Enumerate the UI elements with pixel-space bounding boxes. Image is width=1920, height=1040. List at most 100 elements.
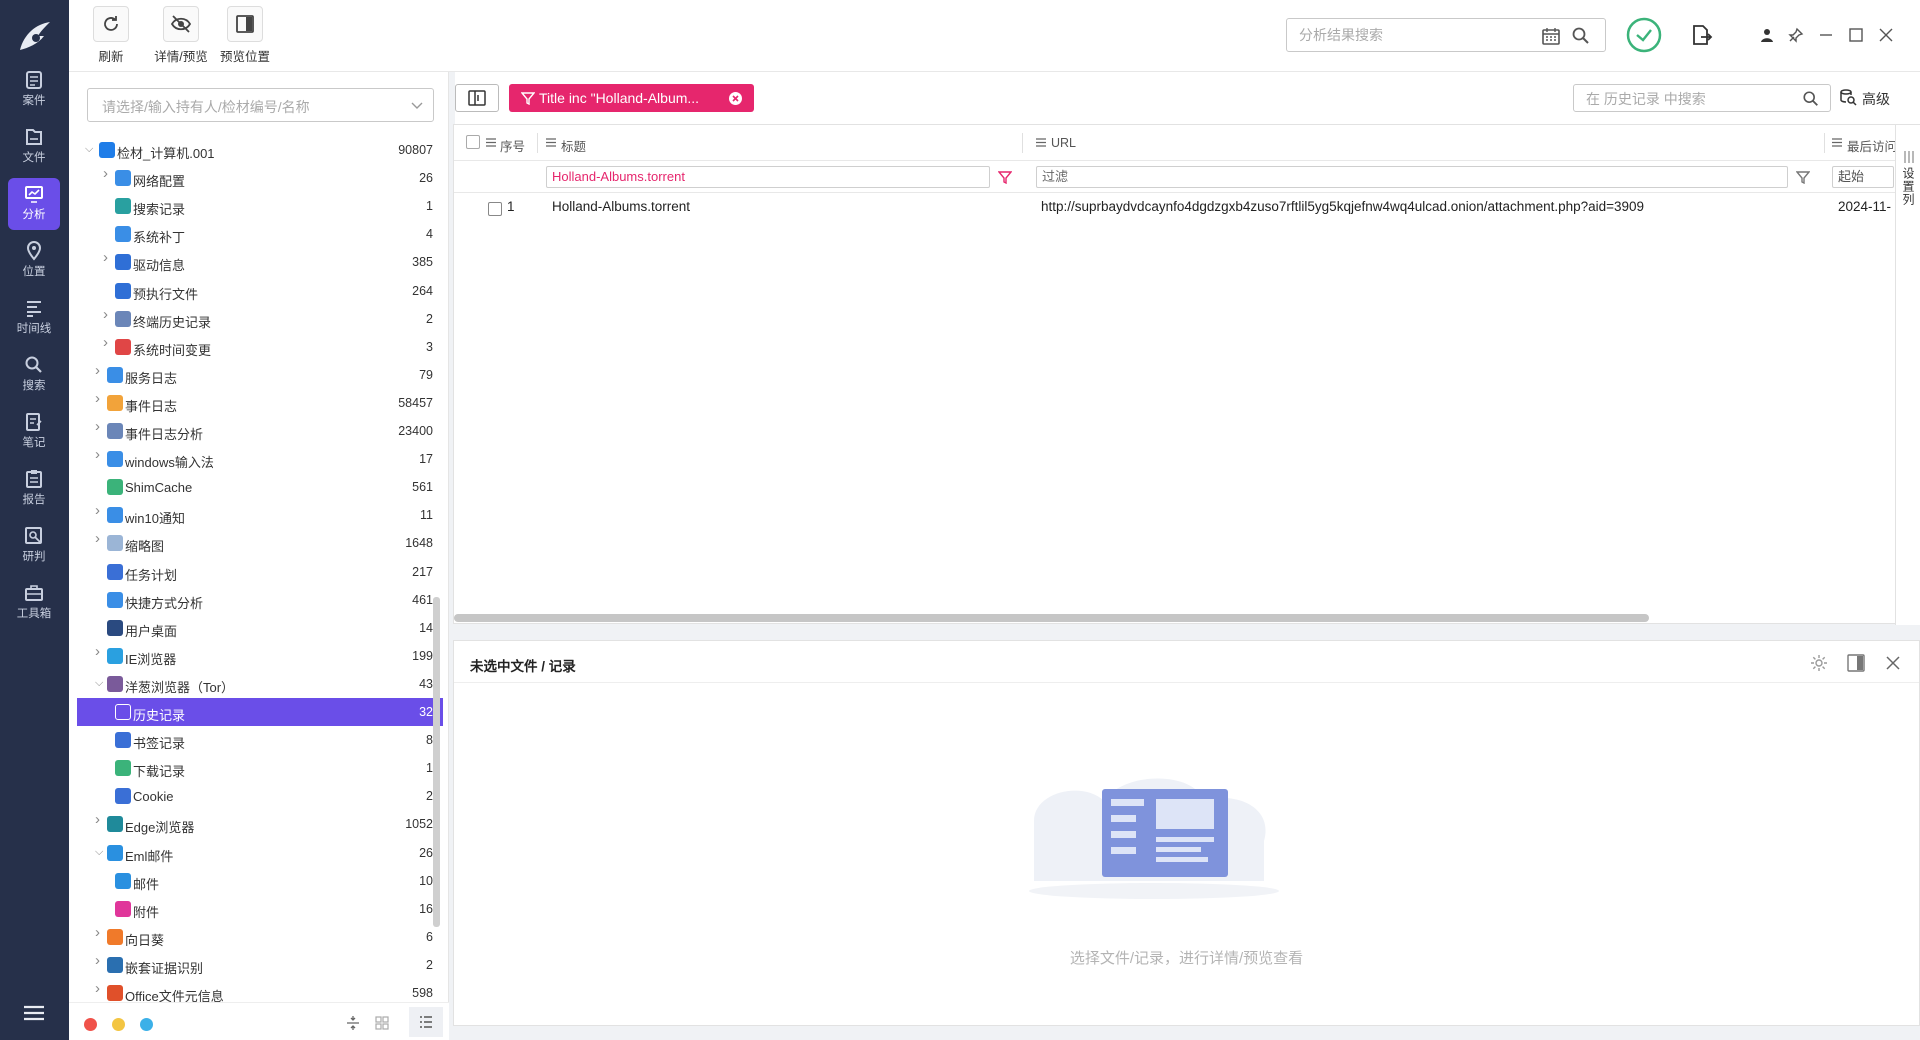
yellow-dot-icon[interactable] bbox=[112, 1018, 125, 1031]
column-divider[interactable] bbox=[1022, 133, 1023, 153]
tree-item[interactable]: › IE浏览器 199 bbox=[77, 642, 443, 670]
nav-item-judge[interactable]: 研判 bbox=[8, 520, 60, 572]
active-filter-chip[interactable]: Title inc "Holland-Album... bbox=[509, 84, 754, 112]
chevron-right-icon[interactable]: › bbox=[103, 250, 115, 265]
tree-item[interactable]: › Edge浏览器 1052 bbox=[77, 810, 443, 838]
tree-item[interactable]: ⌵ 洋葱浏览器（Tor） 43 bbox=[77, 670, 443, 698]
analysis-search-input[interactable] bbox=[1297, 26, 1527, 44]
nav-item-case[interactable]: 案件 bbox=[8, 64, 60, 116]
history-search-box[interactable] bbox=[1573, 84, 1831, 112]
select-all-checkbox[interactable] bbox=[466, 135, 480, 149]
filter-active-icon[interactable] bbox=[998, 170, 1012, 184]
grid-view-icon[interactable] bbox=[374, 1015, 390, 1031]
evidence-select[interactable]: 请选择/输入持有人/检材编号/名称 bbox=[87, 88, 434, 122]
tree-item[interactable]: › windows输入法 17 bbox=[77, 445, 443, 473]
maximize-icon[interactable] bbox=[1848, 27, 1864, 43]
refresh-button[interactable]: 刷新 bbox=[89, 6, 133, 65]
chevron-right-icon[interactable]: › bbox=[95, 925, 107, 940]
column-header-index[interactable]: 序号 bbox=[466, 125, 536, 161]
tree-item[interactable]: › 网络配置 26 bbox=[77, 164, 443, 192]
chevron-right-icon[interactable]: › bbox=[95, 447, 107, 462]
chevron-right-icon[interactable]: › bbox=[95, 391, 107, 406]
tree-item[interactable]: ⌵ 检材_计算机.001 90807 bbox=[77, 136, 443, 164]
chevron-right-icon[interactable]: › bbox=[103, 307, 115, 322]
tree-item[interactable]: 历史记录 32 bbox=[77, 698, 443, 726]
tree-item[interactable]: 下载记录 1 bbox=[77, 754, 443, 782]
collapse-all-icon[interactable] bbox=[345, 1015, 361, 1031]
nav-item-timeline[interactable]: 时间线 bbox=[8, 292, 60, 344]
history-search-input[interactable] bbox=[1584, 90, 1784, 108]
nav-item-report[interactable]: 报告 bbox=[8, 463, 60, 515]
tree-item[interactable]: › 终端历史记录 2 bbox=[77, 305, 443, 333]
close-panel-icon[interactable] bbox=[1884, 654, 1902, 672]
tree-item[interactable]: 用户桌面 14 bbox=[77, 614, 443, 642]
nav-item-note[interactable]: 笔记 bbox=[8, 406, 60, 458]
tree-item[interactable]: 预执行文件 264 bbox=[77, 277, 443, 305]
date-filter-input[interactable]: 起始 bbox=[1832, 166, 1894, 188]
chevron-right-icon[interactable]: › bbox=[103, 335, 115, 350]
url-filter-input[interactable]: 过滤 bbox=[1036, 166, 1788, 188]
tree-scrollbar[interactable] bbox=[433, 597, 440, 927]
nav-item-file[interactable]: 文件 bbox=[8, 121, 60, 173]
status-ok-icon[interactable] bbox=[1626, 17, 1662, 53]
chevron-right-icon[interactable]: › bbox=[95, 531, 107, 546]
tree-item[interactable]: 邮件 10 bbox=[77, 867, 443, 895]
tree-item[interactable]: › 服务日志 79 bbox=[77, 361, 443, 389]
toggle-tree-button[interactable] bbox=[455, 84, 499, 112]
tree-item[interactable]: 系统补丁 4 bbox=[77, 220, 443, 248]
blue-dot-icon[interactable] bbox=[140, 1018, 153, 1031]
column-divider[interactable] bbox=[1824, 133, 1825, 153]
column-divider[interactable] bbox=[537, 133, 538, 153]
chevron-right-icon[interactable]: › bbox=[95, 953, 107, 968]
tree-item[interactable]: › 缩略图 1648 bbox=[77, 529, 443, 557]
tree-item[interactable]: ShimCache 561 bbox=[77, 473, 443, 501]
title-filter-input[interactable]: Holland-Albums.torrent bbox=[546, 166, 990, 188]
horizontal-scrollbar[interactable] bbox=[454, 614, 1649, 622]
minimize-icon[interactable] bbox=[1818, 27, 1834, 43]
tree-item[interactable]: › 事件日志 58457 bbox=[77, 389, 443, 417]
search-icon[interactable] bbox=[1571, 26, 1591, 46]
list-view-button[interactable] bbox=[409, 1007, 443, 1037]
chevron-right-icon[interactable]: › bbox=[95, 419, 107, 434]
tree-item[interactable]: 快捷方式分析 461 bbox=[77, 586, 443, 614]
search-icon[interactable] bbox=[1802, 90, 1820, 108]
row-checkbox[interactable] bbox=[488, 202, 502, 216]
preview-position-button[interactable]: 预览位置 bbox=[205, 6, 285, 65]
tree-item[interactable]: › 系统时间变更 3 bbox=[77, 333, 443, 361]
chevron-right-icon[interactable]: › bbox=[103, 166, 115, 181]
column-header-title[interactable]: 标题 bbox=[546, 125, 946, 161]
chevron-right-icon[interactable]: › bbox=[95, 503, 107, 518]
chevron-right-icon[interactable]: › bbox=[95, 812, 107, 827]
tree-item[interactable]: › 驱动信息 385 bbox=[77, 248, 443, 276]
column-header-url[interactable]: URL bbox=[1036, 125, 1636, 161]
chevron-right-icon[interactable]: › bbox=[95, 981, 107, 996]
pin-icon[interactable] bbox=[1788, 27, 1804, 43]
analysis-search-box[interactable] bbox=[1286, 18, 1606, 52]
column-settings-tab[interactable]: 设置列 bbox=[1895, 125, 1920, 625]
close-icon[interactable] bbox=[1878, 27, 1894, 43]
remove-filter-icon[interactable] bbox=[728, 91, 743, 106]
nav-item-toolbox[interactable]: 工具箱 bbox=[8, 577, 60, 629]
column-header-last-visit[interactable]: 最后访问 bbox=[1832, 125, 1895, 161]
user-icon[interactable] bbox=[1759, 27, 1775, 43]
chevron-right-icon[interactable]: › bbox=[95, 363, 107, 378]
export-icon[interactable] bbox=[1689, 23, 1713, 47]
nav-item-location[interactable]: 位置 bbox=[8, 235, 60, 287]
nav-item-search[interactable]: 搜索 bbox=[8, 349, 60, 401]
red-dot-icon[interactable] bbox=[84, 1018, 97, 1031]
tree-item[interactable]: › win10通知 11 bbox=[77, 501, 443, 529]
menu-icon[interactable] bbox=[22, 1003, 46, 1023]
tree-item[interactable]: 书签记录 8 bbox=[77, 726, 443, 754]
tree-item[interactable]: Cookie 2 bbox=[77, 782, 443, 810]
calendar-icon[interactable] bbox=[1541, 26, 1561, 46]
tree-item[interactable]: › 向日葵 6 bbox=[77, 923, 443, 951]
chevron-down-icon[interactable]: ⌵ bbox=[95, 677, 107, 689]
chevron-down-icon[interactable]: ⌵ bbox=[95, 846, 107, 858]
tree-item[interactable]: 附件 16 bbox=[77, 895, 443, 923]
tree-item[interactable]: 任务计划 217 bbox=[77, 558, 443, 586]
settings-gear-icon[interactable] bbox=[1810, 654, 1828, 672]
filter-icon[interactable] bbox=[1796, 170, 1810, 184]
panel-right-icon[interactable] bbox=[1847, 654, 1865, 672]
nav-item-analysis[interactable]: 分析 bbox=[8, 178, 60, 230]
tree-item[interactable]: 搜索记录 1 bbox=[77, 192, 443, 220]
